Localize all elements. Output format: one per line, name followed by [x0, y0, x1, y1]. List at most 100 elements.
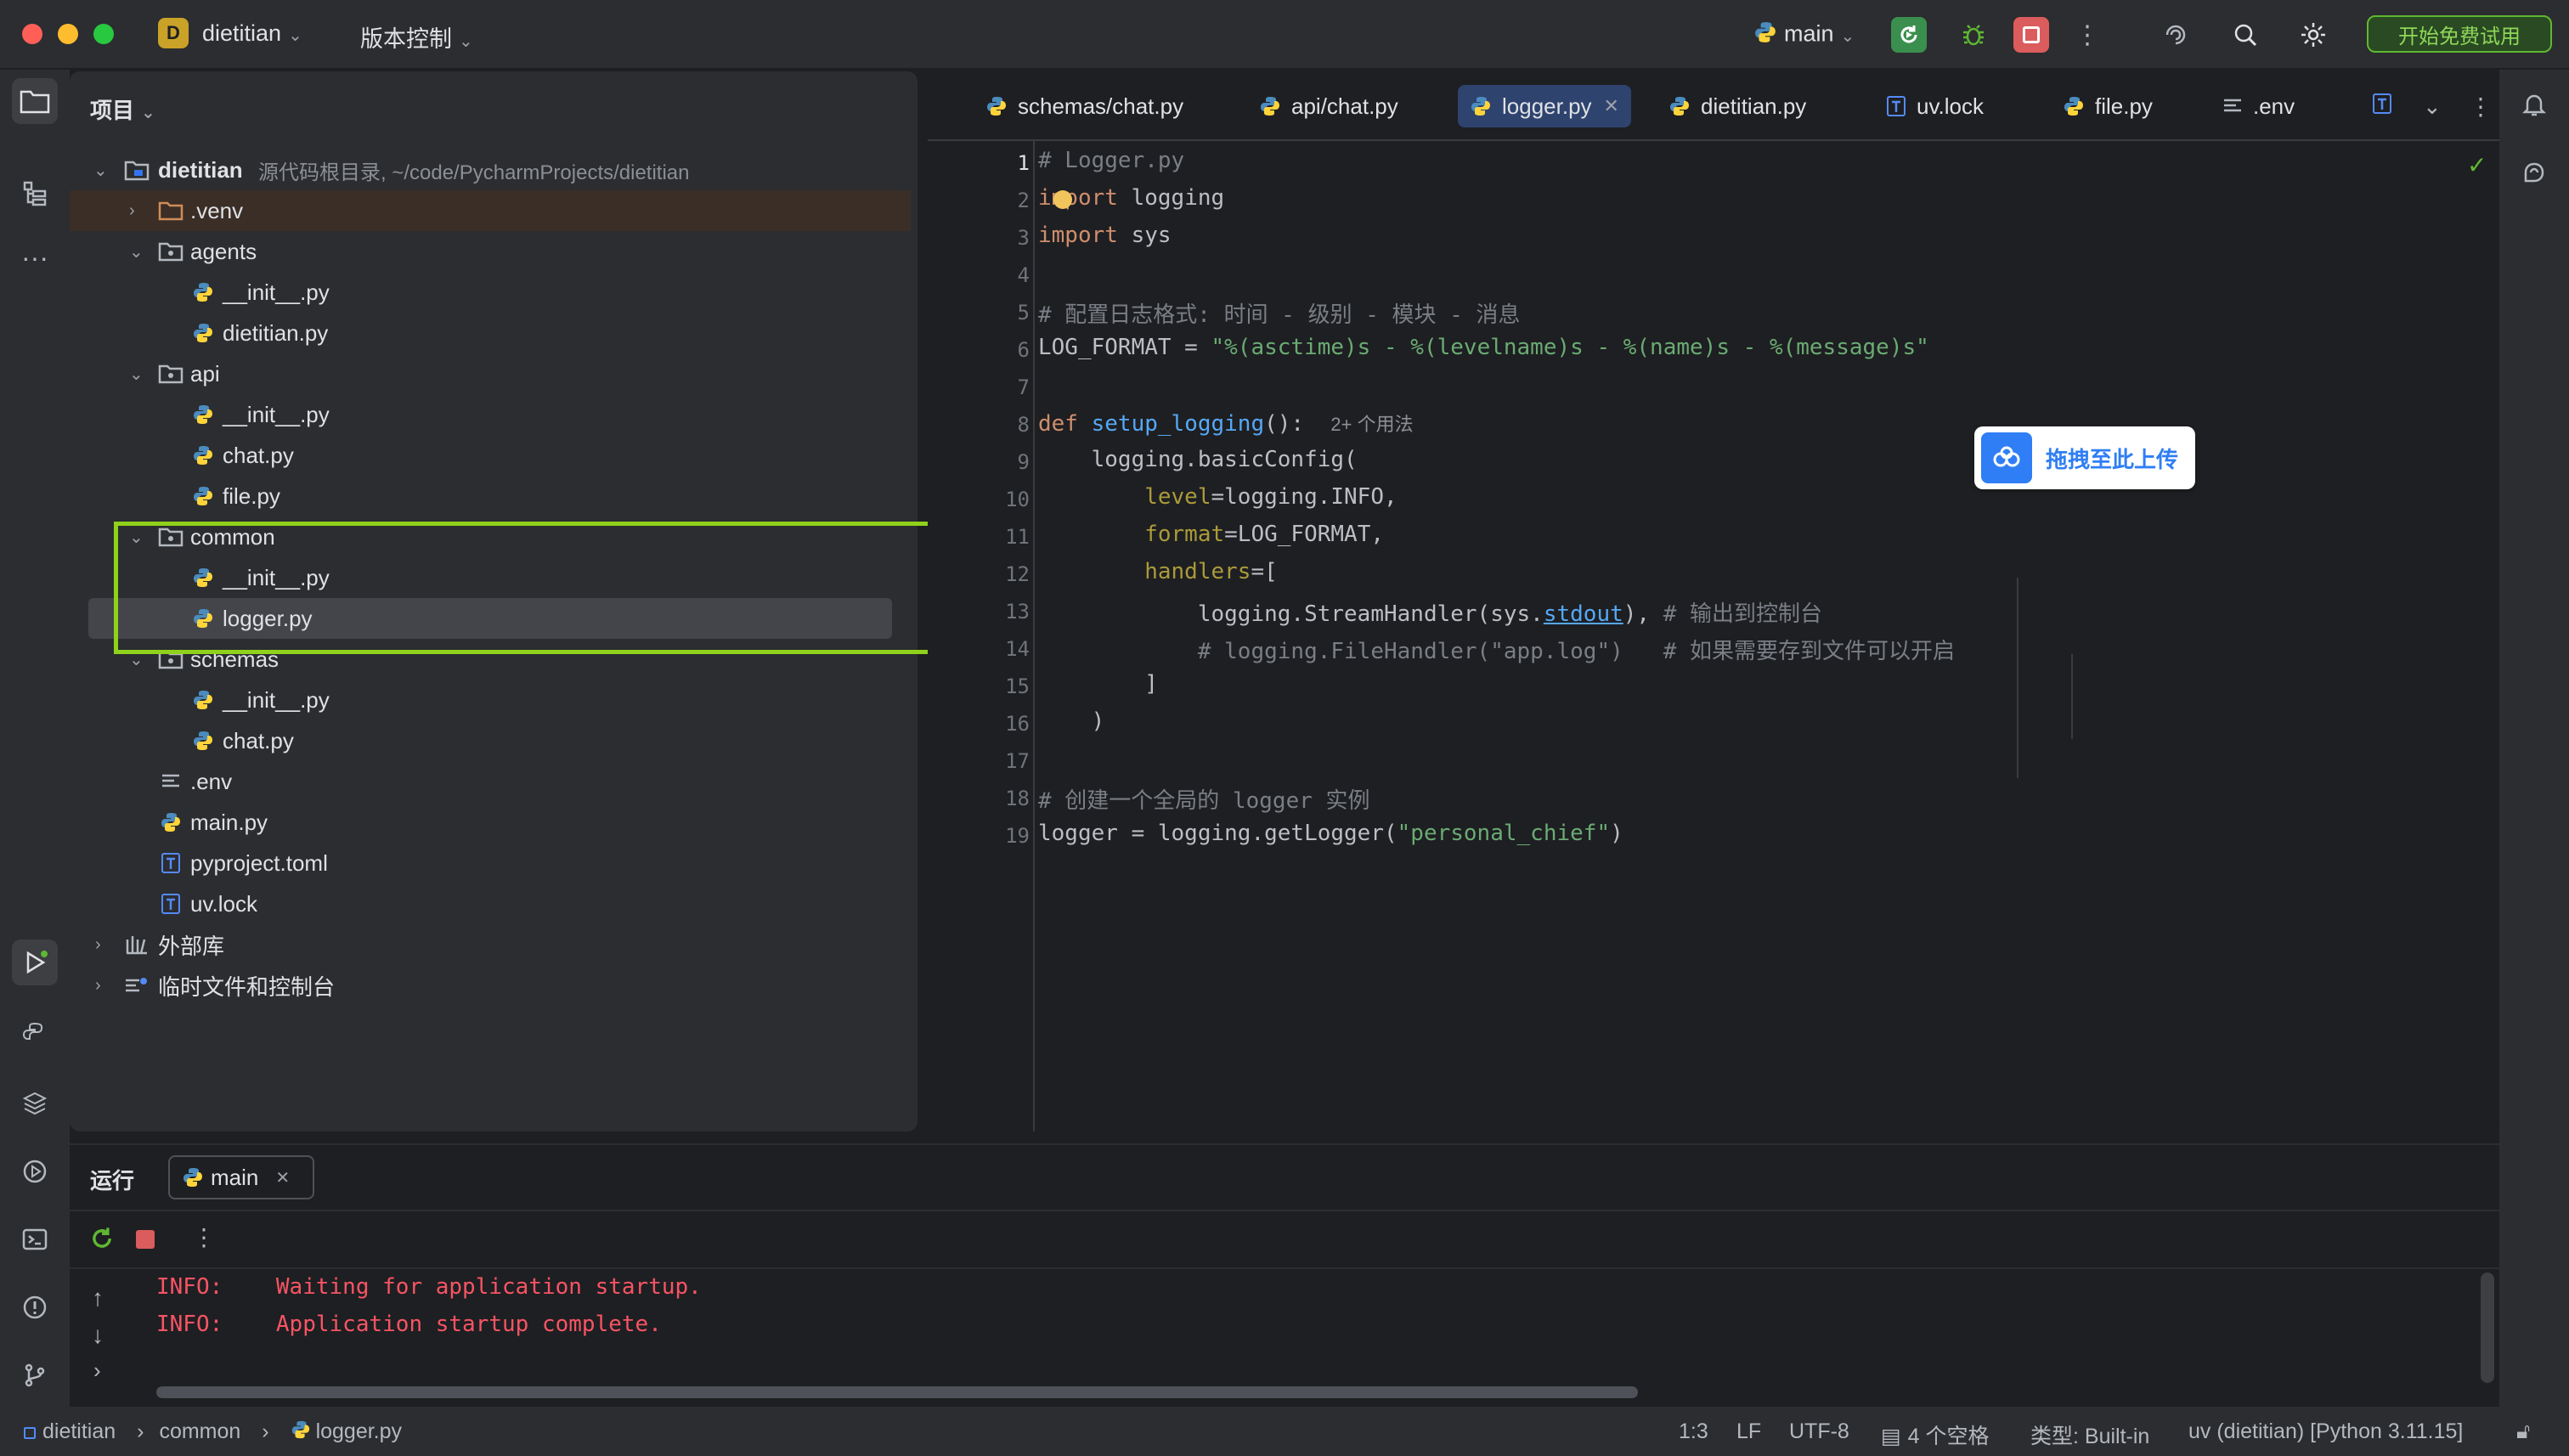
debug-tool-button[interactable]	[12, 1148, 58, 1194]
close-window-button[interactable]	[22, 24, 42, 44]
tree-item-scratches[interactable]: › 临时文件和控制台	[70, 965, 911, 1006]
run-tool-button[interactable]	[12, 940, 58, 985]
tree-item-schemas-chat[interactable]: chat.py	[70, 720, 911, 761]
inspection-ok-icon[interactable]: ✓	[2467, 151, 2487, 179]
breadcrumb-item[interactable]: common	[159, 1419, 240, 1443]
structure-tool-button[interactable]	[12, 170, 58, 216]
stop-run-button[interactable]	[136, 1230, 155, 1249]
tree-root-dietitian[interactable]: ⌄ dietitian 源代码根目录, ~/code/PycharmProjec…	[70, 150, 911, 190]
tree-item-api[interactable]: ⌄ api	[70, 353, 911, 394]
tab-logger-active[interactable]: logger.py ✕	[1458, 85, 1631, 127]
breadcrumb-item[interactable]: logger.py	[316, 1419, 402, 1443]
problems-tool-button[interactable]	[12, 1284, 58, 1330]
tab-label: schemas/chat.py	[1018, 93, 1184, 119]
horizontal-scrollbar[interactable]	[156, 1386, 1638, 1398]
lightbulb-icon[interactable]	[1053, 190, 1072, 209]
tree-item-api-chat[interactable]: chat.py	[70, 435, 911, 476]
python-file-icon	[190, 443, 216, 468]
stop-button[interactable]	[2013, 17, 2049, 53]
breadcrumb-item[interactable]: dietitian	[42, 1419, 116, 1443]
expand-button[interactable]: ›	[93, 1357, 101, 1384]
tab-dietitian[interactable]: dietitian.py	[1657, 85, 1818, 127]
python-packages-button[interactable]	[12, 1011, 58, 1057]
project-tool-button[interactable]	[12, 78, 58, 124]
notifications-button[interactable]	[2511, 82, 2557, 127]
upload-drop-popup[interactable]: 拖拽至此上传	[1974, 426, 2195, 489]
tab-api-chat[interactable]: api/chat.py	[1247, 85, 1410, 127]
line-number: 2	[1017, 189, 1030, 212]
caret-position[interactable]: 1:3	[1679, 1419, 1708, 1444]
vertical-scrollbar[interactable]	[2481, 1273, 2494, 1383]
close-tab-icon[interactable]: ✕	[275, 1167, 290, 1188]
usages-inlay-hint[interactable]: 2+ 个用法	[1330, 414, 1413, 435]
ai-assistant-button[interactable]	[2158, 17, 2194, 53]
code-reference-link[interactable]: stdout	[1544, 601, 1623, 627]
code-line[interactable]: logger = logging.getLogger("personal_chi…	[1038, 821, 1623, 846]
rerun-button[interactable]	[1891, 17, 1927, 53]
tab-uv-lock[interactable]: uv.lock	[1874, 85, 1996, 127]
file-encoding[interactable]: UTF-8	[1789, 1419, 1849, 1444]
tree-item-external-libraries[interactable]: › 外部库	[70, 924, 911, 965]
tree-item-venv[interactable]: › .venv	[70, 190, 911, 231]
code-line[interactable]: # Logger.py	[1038, 148, 1184, 173]
start-trial-button[interactable]: 开始免费试用	[2367, 15, 2552, 53]
code-line[interactable]: level=logging.INFO,	[1038, 484, 1397, 510]
tab-env[interactable]: .env	[2210, 85, 2306, 127]
run-tab-main[interactable]: main ✕	[168, 1155, 314, 1199]
code-line[interactable]: format=LOG_FORMAT,	[1038, 522, 1384, 547]
code-line[interactable]: )	[1038, 708, 1105, 734]
more-tools-button[interactable]: ···	[12, 234, 58, 280]
debug-button[interactable]	[1956, 17, 1991, 53]
code-line[interactable]: LOG_FORMAT = "%(asctime)s - %(levelname)…	[1038, 335, 1929, 360]
tab-more-button[interactable]: ⋮	[2457, 85, 2504, 127]
indent-setting[interactable]: ▤ 4 个空格	[1881, 1419, 1989, 1450]
tree-item-main-py[interactable]: main.py	[70, 802, 911, 843]
read-only-toggle[interactable]: 🔓︎	[2516, 1419, 2530, 1444]
tree-item-api-init[interactable]: __init__.py	[70, 394, 911, 435]
code-line[interactable]: logging.StreamHandler(sys.stdout), # 输出到…	[1038, 596, 1822, 628]
more-actions-button[interactable]: ⋮	[2069, 17, 2105, 53]
code-line[interactable]: logging.basicConfig(	[1038, 447, 1358, 472]
code-text: logging	[1117, 185, 1225, 211]
scroll-down-button[interactable]: ↓	[92, 1322, 104, 1349]
tree-item-schemas-init[interactable]: __init__.py	[70, 680, 911, 720]
scroll-up-button[interactable]: ↑	[92, 1284, 104, 1312]
vcs-menu[interactable]: 版本控制 ⌄	[360, 20, 473, 54]
file-type[interactable]: 类型: Built-in	[2030, 1419, 2149, 1450]
code-line[interactable]: # logging.FileHandler("app.log") # 如果需要存…	[1038, 634, 1955, 665]
project-panel-header[interactable]: 项目 ⌄	[90, 93, 155, 125]
code-line[interactable]: # 配置日志格式: 时间 - 级别 - 模块 - 消息	[1038, 297, 1521, 329]
python-file-icon	[291, 1419, 311, 1446]
tab-list-dropdown[interactable]: ⌄	[2411, 85, 2453, 127]
code-line[interactable]: # 创建一个全局的 logger 实例	[1038, 783, 1370, 815]
tree-item-uv-lock[interactable]: uv.lock	[70, 883, 911, 924]
code-line[interactable]: def setup_logging(): 2+ 个用法	[1038, 409, 1414, 437]
settings-button[interactable]	[2295, 17, 2331, 53]
minimize-window-button[interactable]	[58, 24, 78, 44]
ai-chat-button[interactable]	[2511, 150, 2557, 195]
code-line[interactable]: ]	[1038, 671, 1158, 697]
tab-overflow-file[interactable]	[2360, 85, 2404, 127]
tree-item-pyproject[interactable]: pyproject.toml	[70, 843, 911, 883]
services-tool-button[interactable]	[12, 1081, 58, 1126]
run-config-selector[interactable]: main ⌄	[1753, 20, 1855, 50]
tab-schemas-chat[interactable]: schemas/chat.py	[974, 85, 1195, 127]
run-more-button[interactable]: ⋮	[192, 1223, 216, 1251]
tab-file[interactable]: file.py	[2051, 85, 2165, 127]
tree-item-agents[interactable]: ⌄ agents	[70, 231, 911, 272]
python-interpreter[interactable]: uv (dietitian) [Python 3.11.15]	[2188, 1419, 2463, 1444]
zoom-window-button[interactable]	[93, 24, 114, 44]
code-line[interactable]: handlers=[	[1038, 559, 1278, 584]
git-tool-button[interactable]	[12, 1352, 58, 1398]
tree-item-dietitian-py[interactable]: dietitian.py	[70, 313, 911, 353]
project-selector[interactable]: dietitian ⌄	[202, 20, 302, 47]
line-separator[interactable]: LF	[1736, 1419, 1761, 1444]
code-line[interactable]: import sys	[1038, 223, 1172, 248]
tree-item-env[interactable]: .env	[70, 761, 911, 802]
tree-item-agents-init[interactable]: __init__.py	[70, 272, 911, 313]
tree-item-api-file[interactable]: file.py	[70, 476, 911, 516]
close-tab-icon[interactable]: ✕	[1604, 95, 1619, 117]
rerun-button[interactable]	[88, 1225, 116, 1256]
terminal-tool-button[interactable]	[12, 1216, 58, 1262]
search-button[interactable]	[2227, 17, 2263, 53]
